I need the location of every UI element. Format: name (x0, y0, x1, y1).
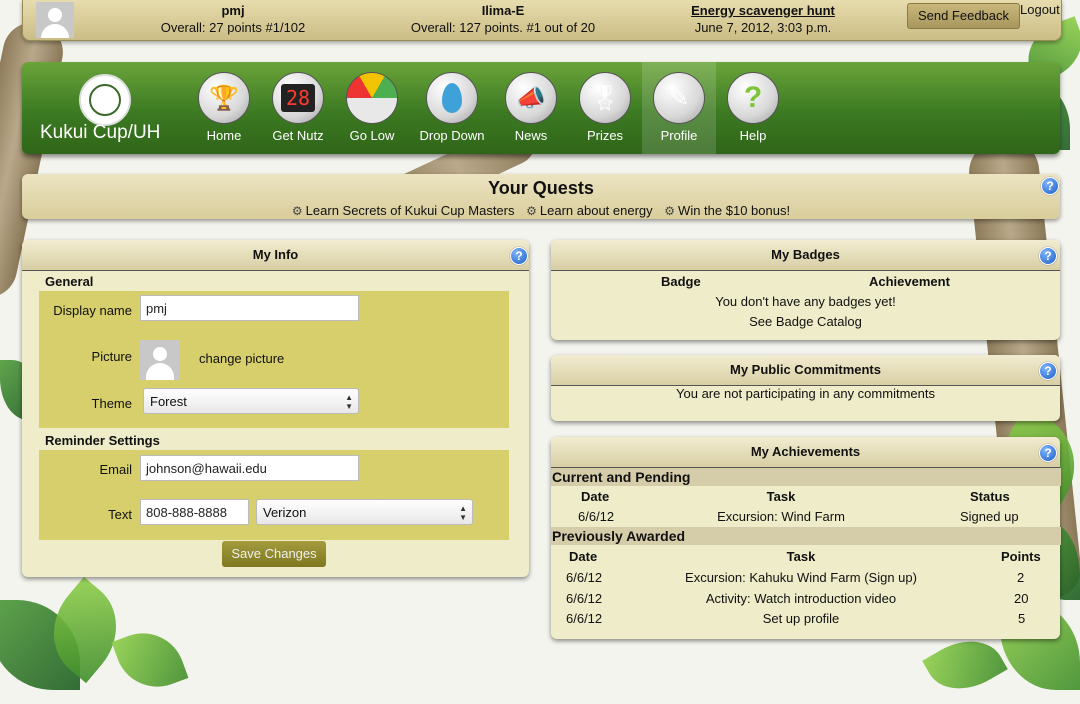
theme-label: Theme (91, 396, 132, 411)
change-picture-link[interactable]: change picture (199, 351, 284, 366)
row-points: 5 (1018, 611, 1026, 626)
help-icon[interactable]: ? (1039, 444, 1057, 462)
university-seal-icon[interactable] (79, 74, 131, 126)
help-icon[interactable]: ? (1039, 247, 1057, 265)
no-badges-text: You don't have any badges yet! (715, 294, 896, 309)
user-summary: pmj Overall: 27 points #1/102 (143, 2, 323, 36)
previously-awarded-label: Previously Awarded (551, 527, 1061, 545)
task-column-header: Task (786, 549, 816, 564)
team-stats: Overall: 127 points. #1 out of 20 (410, 20, 596, 35)
my-badges-panel: My Badges ? Badge Achievement You don't … (551, 240, 1060, 340)
gear-icon: ⚙ (664, 204, 676, 218)
date-column-header: Date (581, 489, 610, 504)
quests-bar: Your Quests ⚙ Learn Secrets of Kukui Cup … (22, 174, 1060, 219)
nav-profile[interactable]: ✎ Profile (642, 62, 716, 154)
nav-news[interactable]: 📣 News (494, 72, 568, 143)
trophy-icon: 🏆 (198, 72, 250, 124)
row-task[interactable]: Excursion: Kahuku Wind Farm (Sign up) (651, 570, 951, 585)
nav-go-low[interactable]: Go Low (335, 72, 409, 143)
points-column-header: Points (1001, 549, 1041, 564)
quest-link[interactable]: ⚙ Learn Secrets of Kukui Cup Masters (292, 203, 515, 218)
send-feedback-button[interactable]: Send Feedback (907, 3, 1020, 29)
team-summary: Ilima-E Overall: 127 points. #1 out of 2… (383, 2, 623, 36)
nav-get-nutz[interactable]: 28 Get Nutz (261, 72, 335, 143)
quest-link[interactable]: ⚙ Learn about energy (526, 203, 653, 218)
event-summary: Energy scavenger hunt June 7, 2012, 3:03… (653, 2, 873, 36)
megaphone-icon: 📣 (505, 72, 557, 124)
row-date: 6/6/12 (566, 591, 603, 606)
date-column-header: Date (569, 549, 598, 564)
general-label: General (45, 274, 94, 289)
achievement-column-header: Achievement (869, 274, 950, 289)
my-commitments-panel: My Public Commitments ? You are not part… (551, 355, 1060, 421)
phone-input[interactable]: 808-888-8888 (140, 499, 249, 525)
water-drop-icon (426, 72, 478, 124)
user-avatar[interactable] (36, 2, 74, 38)
select-arrows-icon: ▲ ▼ (459, 504, 467, 522)
row-points: 2 (1017, 570, 1025, 585)
gauge-icon (346, 72, 398, 124)
picture-label: Picture (91, 349, 132, 364)
reminder-settings-label: Reminder Settings (45, 433, 160, 448)
row-points: 20 (1014, 591, 1029, 606)
help-icon[interactable]: ? (1039, 362, 1057, 380)
row-date: 6/6/12 (578, 509, 615, 524)
top-bar: pmj Overall: 27 points #1/102 Ilima-E Ov… (22, 0, 1062, 41)
text-label: Text (108, 507, 132, 522)
event-link[interactable]: Energy scavenger hunt (653, 2, 873, 19)
carrier-select[interactable]: Verizon ▲ ▼ (256, 499, 473, 525)
quest-link[interactable]: ⚙ Win the $10 bonus! (664, 203, 790, 218)
my-info-title: My Info (22, 240, 529, 271)
my-info-panel: My Info ? General Display name pmj Pictu… (22, 240, 529, 577)
badge-column-header: Badge (661, 274, 701, 289)
save-changes-button[interactable]: Save Changes (222, 541, 326, 567)
badge-catalog-link[interactable]: See Badge Catalog (551, 314, 1060, 329)
email-input[interactable]: johnson@hawaii.edu (140, 455, 359, 481)
row-task[interactable]: Activity: Watch introduction video (651, 591, 951, 606)
my-commitments-title: My Public Commitments (551, 355, 1060, 386)
help-icon[interactable]: ? (510, 247, 528, 265)
help-icon[interactable]: ? (1041, 177, 1059, 195)
row-task[interactable]: Set up profile (651, 611, 951, 626)
brand-title[interactable]: Kukui Cup/UH (40, 122, 160, 144)
question-icon: ? (727, 72, 779, 124)
event-datetime: June 7, 2012, 3:03 p.m. (694, 20, 832, 35)
leaf-decoration (111, 621, 189, 699)
task-column-header: Task (766, 489, 796, 504)
ribbon-icon: 🎖 (579, 72, 631, 124)
nav-prizes[interactable]: 🎖 Prizes (568, 72, 642, 143)
row-date: 6/6/12 (566, 570, 603, 585)
display-name-input[interactable]: pmj (140, 295, 359, 321)
current-pending-label: Current and Pending (551, 468, 1061, 486)
row-date: 6/6/12 (566, 611, 603, 626)
profile-pencil-icon: ✎ (653, 72, 705, 124)
gear-icon: ⚙ (526, 204, 537, 218)
nav-home[interactable]: 🏆 Home (187, 72, 261, 143)
nav-drop-down[interactable]: Drop Down (415, 72, 489, 143)
user-stats: Overall: 27 points #1/102 (160, 20, 306, 35)
scoreboard-icon: 28 (272, 72, 324, 124)
gear-icon: ⚙ (291, 204, 303, 218)
row-status: Signed up (960, 509, 1019, 524)
no-commitments-text: You are not participating in any commitm… (676, 386, 935, 401)
email-label: Email (99, 462, 132, 477)
row-task[interactable]: Excursion: Wind Farm (681, 509, 881, 524)
quest-links: ⚙ Learn Secrets of Kukui Cup Masters ⚙ Lea… (22, 203, 1060, 218)
profile-picture (140, 340, 180, 380)
status-column-header: Status (970, 489, 1010, 504)
main-nav: Kukui Cup/UH 🏆 Home 28 Get Nutz Go Low D… (22, 62, 1060, 154)
display-name-label: Display name (53, 303, 132, 318)
team-name: Ilima-E (481, 3, 525, 18)
logout-link[interactable]: Logout (1020, 2, 1060, 17)
my-badges-title: My Badges (551, 240, 1060, 271)
select-arrows-icon: ▲ ▼ (345, 393, 353, 411)
theme-select[interactable]: Forest ▲ ▼ (143, 388, 359, 414)
quests-title: Your Quests (488, 178, 594, 198)
user-name: pmj (221, 3, 245, 18)
nav-help[interactable]: ? Help (716, 72, 790, 143)
my-achievements-title: My Achievements (551, 437, 1060, 468)
my-achievements-panel: My Achievements ? Current and Pending Da… (551, 437, 1061, 639)
